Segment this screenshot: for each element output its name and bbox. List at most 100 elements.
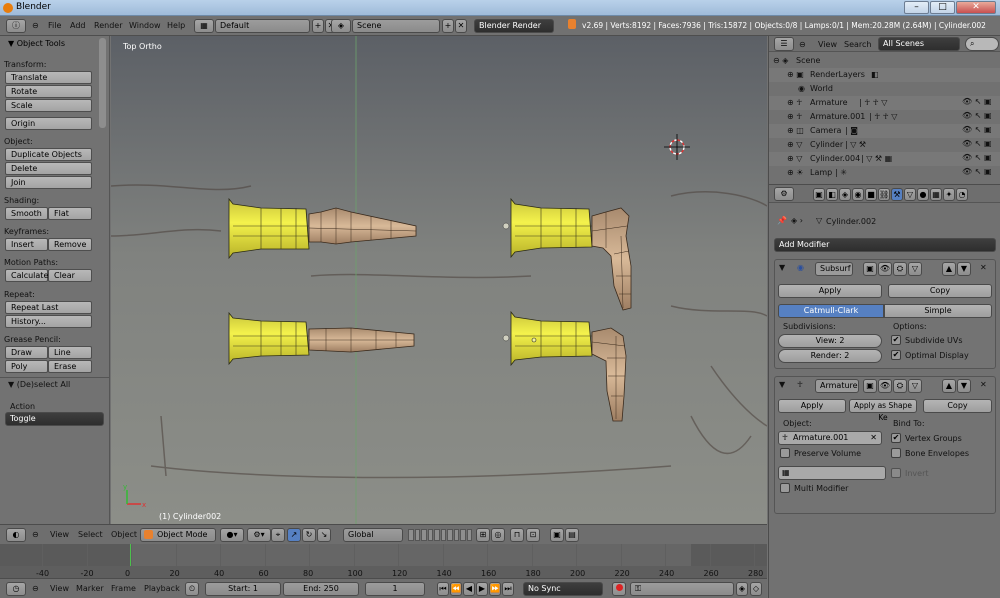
add-scene-button[interactable]: +	[442, 19, 454, 33]
draw-button[interactable]: Draw	[5, 346, 48, 359]
outliner-row-cylinder-004[interactable]: ⊕ ▽ Cylinder.004 | ▽ ⚒ ▦ 👁 ↖ ▣	[769, 152, 1000, 166]
render-engine-select[interactable]: Blender Render	[474, 19, 554, 33]
move-up-icon[interactable]: ▲	[942, 262, 956, 276]
editor-type-properties-icon[interactable]: ⚙	[774, 187, 794, 201]
world-tab-icon[interactable]: ◉	[852, 188, 864, 201]
armature-name-field[interactable]: Armature	[815, 379, 859, 393]
subdivide-uvs-checkbox[interactable]: ✔	[891, 335, 901, 345]
current-frame-field[interactable]: 1	[365, 582, 425, 596]
screen-layout-icon[interactable]: ▦	[194, 19, 214, 33]
editor-type-3d-icon[interactable]: ◐	[6, 528, 26, 542]
menu-view[interactable]: View	[50, 530, 69, 539]
rotate-manipulator-icon[interactable]: ↻	[302, 528, 316, 542]
scene-tab-icon[interactable]: ◈	[839, 188, 851, 201]
outliner-row-world[interactable]: ◉ World	[769, 82, 1000, 96]
scale-manipulator-icon[interactable]: ↘	[317, 528, 331, 542]
view-levels-field[interactable]: View: 2	[778, 334, 882, 348]
menu-render[interactable]: Render	[94, 21, 122, 30]
subsurf-copy-button[interactable]: Copy	[888, 284, 992, 298]
translate-button[interactable]: Translate	[5, 71, 92, 84]
move-down-icon[interactable]: ▼	[957, 379, 971, 393]
next-keyframe-icon[interactable]: ⏩	[489, 582, 501, 596]
collapse-menus-icon-2[interactable]: ⊖	[32, 530, 39, 539]
outliner-row-camera[interactable]: ⊕ ◫ Camera | ◙ 👁 ↖ ▣	[769, 124, 1000, 138]
move-up-icon[interactable]: ▲	[942, 379, 956, 393]
menu-window[interactable]: Window	[129, 21, 161, 30]
armature-object-field[interactable]: ☥ Armature.001 ✕	[778, 431, 882, 445]
bone-envelopes-checkbox[interactable]	[891, 448, 901, 458]
timeline[interactable]: -40 -20 0 20 40 60 80 100 120 140 160 180 200 220 240 2…	[0, 544, 767, 578]
snap-element-icon[interactable]: ⊡	[526, 528, 540, 542]
subsurf-apply-button[interactable]: Apply	[778, 284, 882, 298]
insert-keyframe-icon[interactable]: ◈	[736, 582, 748, 596]
simple-toggle[interactable]: Simple	[884, 304, 992, 318]
delete-keyframe-icon[interactable]: ◇	[750, 582, 762, 596]
play-reverse-icon[interactable]: ◀	[463, 582, 475, 596]
add-modifier-select[interactable]: Add Modifier	[774, 238, 996, 252]
jump-start-icon[interactable]: ⏮	[437, 582, 449, 596]
visibility-icons[interactable]: 👁 ↖ ▣	[962, 139, 992, 148]
maximize-button[interactable]: □	[930, 1, 955, 14]
keying-set-field[interactable]: ⚿	[630, 582, 734, 596]
outliner-row-cylinder[interactable]: ⊕ ▽ Cylinder | ▽ ⚒ 👁 ↖ ▣	[769, 138, 1000, 152]
record-icon[interactable]	[612, 582, 626, 596]
render-toggle-icon[interactable]: ▣	[863, 379, 877, 393]
multi-modifier-checkbox[interactable]	[780, 483, 790, 493]
snap-toggle-icon[interactable]: ⊓	[510, 528, 524, 542]
collapse-menus-icon-4[interactable]: ⊖	[799, 40, 806, 49]
prev-keyframe-icon[interactable]: ⏪	[450, 582, 462, 596]
outliner-search-field[interactable]: ⌕	[965, 37, 999, 51]
history-button[interactable]: History...	[5, 315, 92, 328]
armature-copy-button[interactable]: Copy	[923, 399, 992, 413]
visibility-icons[interactable]: 👁 ↖ ▣	[962, 167, 992, 176]
smooth-button[interactable]: Smooth	[5, 207, 48, 220]
clear-field-icon[interactable]: ✕	[870, 432, 877, 444]
visibility-icons[interactable]: 👁 ↖ ▣	[962, 97, 992, 106]
modifiers-tab-icon[interactable]: ⚒	[891, 188, 903, 201]
object-tools-header[interactable]: ▼ Object Tools	[8, 39, 65, 48]
insert-keyframe-button[interactable]: Insert	[5, 238, 48, 251]
lock-camera-icon[interactable]: ⊞	[476, 528, 490, 542]
editmode-toggle-icon[interactable]: ⛭	[893, 262, 907, 276]
collapse-arrow-icon[interactable]: ▼	[779, 380, 785, 389]
particles-tab-icon[interactable]: ✦	[943, 188, 955, 201]
invert-checkbox[interactable]	[891, 468, 901, 478]
proportional-edit-icon[interactable]: ◎	[491, 528, 505, 542]
end-frame-field[interactable]: End: 250	[283, 582, 359, 596]
catmull-clark-toggle[interactable]: Catmull-Clark	[778, 304, 884, 318]
menu-frame[interactable]: Frame	[111, 584, 136, 593]
translate-manipulator-icon[interactable]: ↗	[287, 528, 301, 542]
outliner-row-armature-001[interactable]: ⊕ ☥ Armature.001 | ☥ ☥ ▽ 👁 ↖ ▣	[769, 110, 1000, 124]
outliner-row-scene[interactable]: ⊖ ◈ Scene	[769, 54, 1000, 68]
render-animation-icon[interactable]: ▤	[565, 528, 579, 542]
mode-select[interactable]: Object Mode	[140, 528, 216, 542]
cage-toggle-icon[interactable]: ▽	[908, 262, 922, 276]
scene-icon[interactable]: ◈	[331, 19, 351, 33]
menu-select[interactable]: Select	[78, 530, 103, 539]
display-mode-select[interactable]: All Scenes	[878, 37, 960, 51]
outliner-menu-view[interactable]: View	[818, 40, 837, 49]
menu-file[interactable]: File	[48, 21, 61, 30]
poly-button[interactable]: Poly	[5, 360, 48, 373]
viewport-toggle-icon[interactable]: 👁	[878, 262, 892, 276]
delete-scene-button[interactable]: ✕	[455, 19, 467, 33]
object-tab-icon[interactable]: ■	[865, 188, 877, 201]
preserve-volume-checkbox[interactable]	[780, 448, 790, 458]
flat-button[interactable]: Flat	[48, 207, 92, 220]
scale-button[interactable]: Scale	[5, 99, 92, 112]
add-screen-button[interactable]: +	[312, 19, 324, 33]
viewport-canvas[interactable]: y x	[111, 36, 767, 524]
outliner-row-armature[interactable]: ⊕ ☥ Armature | ☥ ☥ ▽ 👁 ↖ ▣	[769, 96, 1000, 110]
calculate-button[interactable]: Calculate	[5, 269, 48, 282]
vertex-group-field[interactable]: ▦	[778, 466, 886, 480]
delete-button[interactable]: Delete	[5, 162, 92, 175]
collapse-menus-icon-3[interactable]: ⊖	[32, 584, 39, 593]
duplicate-objects-button[interactable]: Duplicate Objects	[5, 148, 92, 161]
editor-type-timeline-icon[interactable]: ◷	[6, 582, 26, 596]
viewport-toggle-icon[interactable]: 👁	[878, 379, 892, 393]
armature-apply-button[interactable]: Apply	[778, 399, 846, 413]
orientation-select[interactable]: Global	[343, 528, 403, 542]
properties-context-tabs[interactable]: ▣ ◧ ◈ ◉ ■ ⛓ ⚒ ▽ ● ▦ ✦ ◔	[813, 188, 968, 201]
subsurf-name-field[interactable]: Subsurf	[815, 262, 853, 276]
render-tab-icon[interactable]: ▣	[813, 188, 825, 201]
